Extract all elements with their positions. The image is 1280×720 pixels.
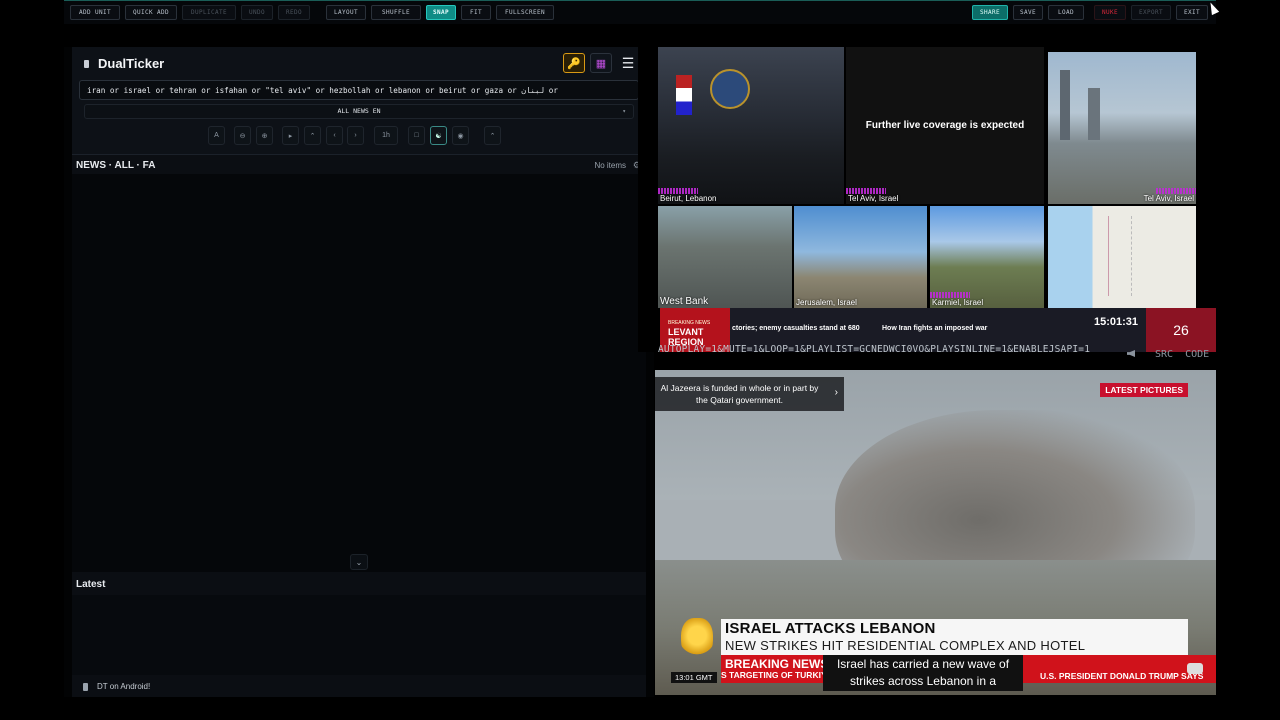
items-count: No items (594, 161, 626, 170)
fit-button[interactable]: FIT (461, 5, 491, 20)
save-button[interactable]: SAVE (1013, 5, 1043, 20)
layout-button[interactable]: LAYOUT (326, 5, 366, 20)
android-promo-text: DT on Android! (97, 682, 151, 691)
ticker-item: S TARGETING OF TURKIYE (721, 670, 833, 680)
undo-button[interactable]: UNDO (241, 5, 273, 20)
al-jazeera-logo-icon (681, 618, 713, 662)
ticker-item: ctories; enemy casualties stand at 680 (732, 325, 860, 332)
news-panel: DualTicker 🔑 ▦ ☰ iran or israel or tehra… (64, 47, 654, 697)
camera-grid: Beirut, Lebanon Further live coverage is… (638, 47, 1216, 352)
src-label: SRC (1155, 349, 1174, 360)
subheadline: NEW STRIKES HIT RESIDENTIAL COMPLEX AND … (725, 638, 1086, 653)
stream-url: AUTOPLAY=1&MUTE=1&LOOP=1&PLAYLIST=GCNEDW… (658, 344, 1091, 355)
breaking-tag: BREAKING NEWS (668, 320, 711, 326)
camera-label: Jerusalem, Israel (796, 298, 857, 307)
expand-chevron-icon[interactable]: ⌄ (350, 554, 368, 570)
add-unit-button[interactable]: ADD UNIT (70, 5, 120, 20)
scroll-top-icon[interactable]: ⌃ (484, 126, 501, 145)
play-icon[interactable]: ▸ (282, 126, 299, 145)
snap-button[interactable]: SNAP (426, 5, 456, 20)
feed-label: NEWS · ALL · FA (76, 160, 156, 171)
caption: Israel has carried a new wave of strikes… (823, 655, 1023, 691)
camera-tile[interactable]: Further live coverage is expected Tel Av… (846, 47, 1044, 204)
camera-label: Tel Aviv, Israel (1143, 194, 1194, 203)
live-coverage-message: Further live coverage is expected (865, 120, 1025, 131)
camera-tile[interactable]: West Bank (658, 206, 792, 308)
app-logo-icon (84, 60, 89, 68)
android-promo[interactable]: DT on Android! (72, 677, 646, 697)
collapse-all-icon[interactable]: ⌃ (304, 126, 321, 145)
key-icon[interactable]: 🔑 (563, 53, 585, 73)
news-panel-body: DualTicker 🔑 ▦ ☰ iran or israel or tehra… (72, 47, 646, 697)
search-query-input[interactable]: iran or israel or tehran or isfahan or "… (79, 80, 639, 100)
camera-label: Beirut, Lebanon (660, 194, 717, 203)
camera-tile[interactable]: Tel Aviv, Israel (1048, 52, 1196, 204)
youtube-icon[interactable] (1187, 663, 1203, 674)
time-range-button[interactable]: 1h (374, 126, 398, 145)
next-icon[interactable]: › (347, 126, 364, 145)
top-toolbar: ADD UNIT QUICK ADD DUPLICATE UNDO REDO L… (64, 0, 1216, 24)
chevron-down-icon: ▾ (622, 108, 626, 115)
panel-header: DualTicker 🔑 ▦ ☰ iran or israel or tehra… (72, 47, 646, 155)
news-source-select-value: ALL NEWS EN (337, 107, 381, 115)
load-button[interactable]: LOAD (1048, 5, 1084, 20)
ticker-item: U.S. PRESIDENT DONALD TRUMP SAYS (1040, 671, 1204, 681)
ticker-item: How Iran fights an imposed war (882, 325, 988, 332)
camera-tile[interactable]: Beirut, Lebanon (658, 47, 844, 204)
map-border-image (1108, 216, 1132, 296)
latest-list (72, 595, 646, 675)
camera-icon[interactable]: ◉ (452, 126, 469, 145)
zoom-out-icon[interactable]: ⊖ (234, 126, 251, 145)
tower-image (1088, 88, 1100, 140)
headline: ISRAEL ATTACKS LEBANON (725, 620, 936, 637)
map-tile[interactable] (1048, 206, 1196, 308)
shuffle-button[interactable]: SHUFFLE (371, 5, 421, 20)
clock: 15:01:31 (1094, 316, 1139, 328)
grid-icon[interactable]: ▦ (590, 53, 612, 73)
broadcast-time: 13:01 GMT (671, 672, 717, 683)
chevron-right-icon: › (834, 387, 838, 398)
share-network-icon[interactable]: ☯ (430, 126, 447, 145)
share-button[interactable]: SHARE (972, 5, 1008, 20)
camera-tile[interactable]: Jerusalem, Israel (794, 206, 927, 308)
breaking-label: BREAKING NEWS (725, 657, 829, 671)
code-label: CODE (1185, 349, 1210, 360)
redo-button[interactable]: REDO (278, 5, 310, 20)
exit-button[interactable]: EXIT (1176, 5, 1208, 20)
main-video-player[interactable]: Al Jazeera is funded in whole or in part… (655, 370, 1216, 695)
date-badge: 26 (1146, 308, 1216, 352)
info-card-text: Al Jazeera is funded in whole or in part… (660, 383, 819, 405)
src-link[interactable]: SRC CODE (1155, 349, 1209, 360)
flag-image (676, 75, 692, 115)
zoom-in-icon[interactable]: ⊕ (256, 126, 273, 145)
hamburger-menu-icon[interactable]: ☰ (617, 53, 639, 73)
camera-label: Karmiel, Israel (932, 298, 984, 307)
seal-image (710, 69, 750, 109)
news-list (72, 174, 646, 572)
tower-image (1060, 70, 1070, 140)
latest-pictures-badge: LATEST PICTURES (1100, 383, 1188, 397)
camera-label: West Bank (660, 296, 709, 307)
latest-label: Latest (76, 579, 106, 590)
duplicate-button[interactable]: DUPLICATE (182, 5, 236, 20)
quick-add-button[interactable]: QUICK ADD (125, 5, 177, 20)
camera-label: Tel Aviv, Israel (848, 194, 899, 203)
camera-tile[interactable]: Karmiel, Israel (930, 206, 1044, 308)
font-toggle-button[interactable]: A (208, 126, 225, 145)
news-source-select[interactable]: ALL NEWS EN ▾ (84, 104, 634, 119)
nuke-button[interactable]: NUKE (1094, 5, 1126, 20)
info-card[interactable]: Al Jazeera is funded in whole or in part… (655, 377, 844, 411)
phone-icon (83, 683, 88, 691)
prev-icon[interactable]: ‹ (326, 126, 343, 145)
app-title: DualTicker (98, 56, 165, 71)
fullscreen-button[interactable]: FULLSCREEN (496, 5, 554, 20)
export-button[interactable]: EXPORT (1131, 5, 1171, 20)
bookmark-icon[interactable]: □ (408, 126, 425, 145)
